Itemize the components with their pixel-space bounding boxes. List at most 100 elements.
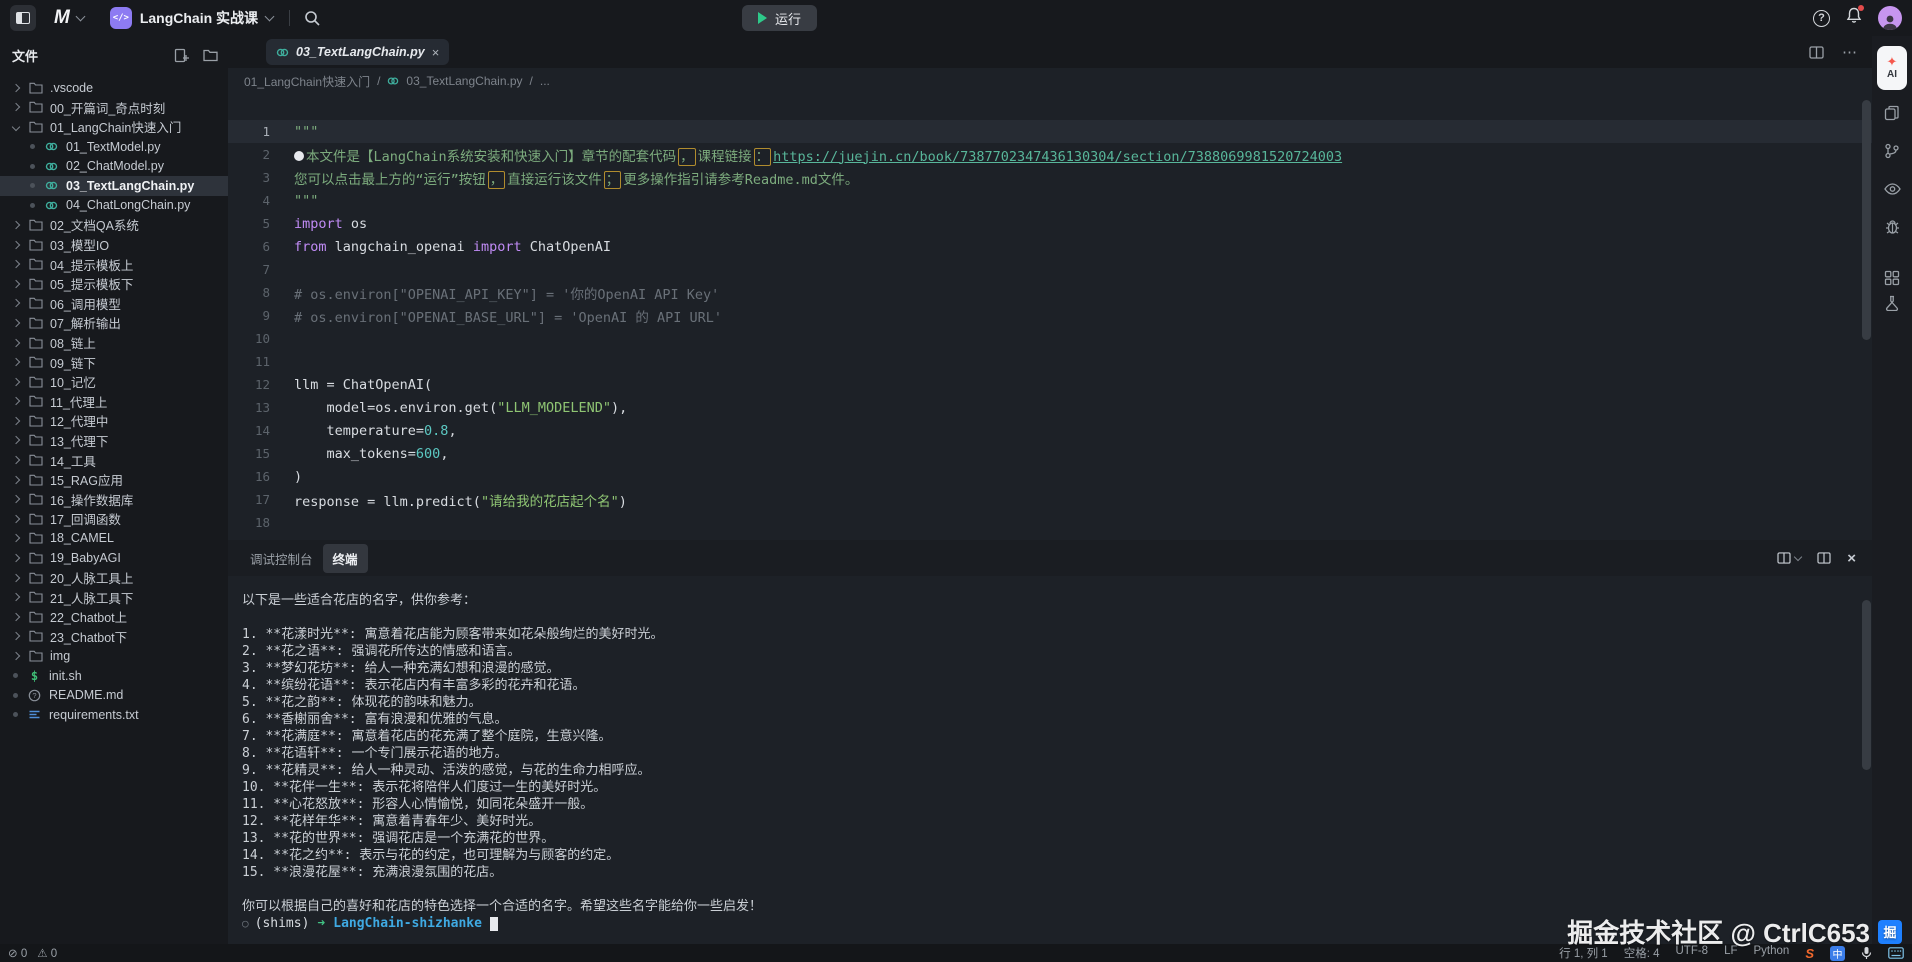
new-folder-icon[interactable] bbox=[203, 49, 218, 62]
code-line-8[interactable]: 8# os.environ["OPENAI_API_KEY"] = '你的Ope… bbox=[228, 281, 1872, 304]
chevron-right-icon[interactable] bbox=[12, 554, 20, 562]
chevron-right-icon[interactable] bbox=[12, 260, 20, 268]
new-file-icon[interactable] bbox=[174, 48, 189, 63]
tree-item-07_解析输出[interactable]: 07_解析输出 bbox=[0, 313, 228, 333]
tree-item-16_操作数据库[interactable]: 16_操作数据库 bbox=[0, 489, 228, 509]
chevron-right-icon[interactable] bbox=[12, 221, 20, 229]
chevron-right-icon[interactable] bbox=[12, 103, 20, 111]
extensions-grid-icon[interactable] bbox=[1877, 250, 1907, 280]
tree-item-03_TextLangChain.py[interactable]: 03_TextLangChain.py bbox=[0, 176, 228, 196]
tree-item-13_代理下[interactable]: 13_代理下 bbox=[0, 431, 228, 451]
code-link[interactable]: https://juejin.cn/book/73877023474361303… bbox=[773, 149, 1342, 165]
terminal-output[interactable]: 以下是一些适合花店的名字，供你参考： 1. **花漾时光**: 寓意着花店能为顾… bbox=[228, 576, 1872, 944]
chevron-right-icon[interactable] bbox=[12, 397, 20, 405]
warnings-indicator[interactable]: ⚠ 0 bbox=[37, 946, 57, 960]
tree-item-04_提示模板上[interactable]: 04_提示模板上 bbox=[0, 254, 228, 274]
tree-item-01_TextModel.py[interactable]: 01_TextModel.py bbox=[0, 137, 228, 157]
run-button[interactable]: 运行 bbox=[742, 5, 817, 31]
tree-item-02_文档QA系统[interactable]: 02_文档QA系统 bbox=[0, 215, 228, 235]
tree-item-14_工具[interactable]: 14_工具 bbox=[0, 450, 228, 470]
code-line-4[interactable]: 4""" bbox=[228, 189, 1872, 212]
chevron-right-icon[interactable] bbox=[12, 319, 20, 327]
chevron-right-icon[interactable] bbox=[12, 475, 20, 483]
user-avatar[interactable] bbox=[1878, 6, 1902, 30]
code-line-5[interactable]: 5import os bbox=[228, 212, 1872, 235]
code-line-13[interactable]: 13 model=os.environ.get("LLM_MODELEND"), bbox=[228, 396, 1872, 419]
chevron-down-icon[interactable] bbox=[12, 123, 20, 131]
tree-item-22_Chatbot上[interactable]: 22_Chatbot上 bbox=[0, 607, 228, 627]
notifications-bell-icon[interactable] bbox=[1846, 7, 1862, 29]
help-icon[interactable]: ? bbox=[1813, 10, 1830, 27]
breadcrumb-file[interactable]: 03_TextLangChain.py bbox=[406, 74, 522, 88]
tree-item-00_开篇词_奇点时刻[interactable]: 00_开篇词_奇点时刻 bbox=[0, 98, 228, 118]
tree-item-03_模型IO[interactable]: 03_模型IO bbox=[0, 235, 228, 255]
tree-item-20_人脉工具上[interactable]: 20_人脉工具上 bbox=[0, 568, 228, 588]
tab-03-textlangchain[interactable]: 03_TextLangChain.py × bbox=[266, 39, 449, 65]
code-line-16[interactable]: 16) bbox=[228, 465, 1872, 488]
code-line-3[interactable]: 3您可以点击最上方的“运行”按钮，直接运行该文件；更多操作指引请参考Readme… bbox=[228, 166, 1872, 189]
tree-item-21_人脉工具下[interactable]: 21_人脉工具下 bbox=[0, 587, 228, 607]
terminal-scrollbar[interactable] bbox=[1862, 600, 1871, 770]
chevron-right-icon[interactable] bbox=[12, 279, 20, 287]
editor-scrollbar[interactable] bbox=[1862, 100, 1871, 340]
chevron-right-icon[interactable] bbox=[12, 652, 20, 660]
code-line-7[interactable]: 7 bbox=[228, 258, 1872, 281]
search-icon[interactable] bbox=[304, 10, 320, 26]
tree-item-02_ChatModel.py[interactable]: 02_ChatModel.py bbox=[0, 156, 228, 176]
ai-inlay-hint-icon[interactable] bbox=[294, 151, 304, 161]
tree-item-08_链上[interactable]: 08_链上 bbox=[0, 333, 228, 353]
tree-item-17_回调函数[interactable]: 17_回调函数 bbox=[0, 509, 228, 529]
code-line-10[interactable]: 10 bbox=[228, 327, 1872, 350]
chevron-right-icon[interactable] bbox=[12, 456, 20, 464]
split-panel-icon[interactable] bbox=[1817, 552, 1831, 564]
tree-item-init.sh[interactable]: $init.sh bbox=[0, 666, 228, 686]
tab-debug-console[interactable]: 调试控制台 bbox=[240, 544, 323, 573]
breadcrumb-folder[interactable]: 01_LangChain快速入门 bbox=[244, 73, 370, 90]
code-editor[interactable]: 1"""2本文件是【LangChain系统安装和快速入门】章节的配套代码，课程链… bbox=[228, 94, 1872, 540]
chevron-right-icon[interactable] bbox=[12, 240, 20, 248]
tree-item-img[interactable]: img bbox=[0, 646, 228, 666]
chevron-right-icon[interactable] bbox=[12, 573, 20, 581]
code-line-18[interactable]: 18 bbox=[228, 511, 1872, 534]
editor-more-actions-icon[interactable]: ⋯ bbox=[1842, 43, 1858, 61]
chevron-right-icon[interactable] bbox=[12, 593, 20, 601]
code-line-1[interactable]: 1""" bbox=[228, 120, 1872, 143]
chevron-right-icon[interactable] bbox=[12, 338, 20, 346]
code-line-12[interactable]: 12llm = ChatOpenAI( bbox=[228, 373, 1872, 396]
chevron-right-icon[interactable] bbox=[12, 495, 20, 503]
code-line-2[interactable]: 2本文件是【LangChain系统安装和快速入门】章节的配套代码，课程链接：ht… bbox=[228, 143, 1872, 166]
split-terminal-dropdown[interactable] bbox=[1777, 552, 1801, 564]
debug-bug-icon[interactable] bbox=[1877, 212, 1907, 242]
chevron-right-icon[interactable] bbox=[12, 515, 20, 523]
chevron-right-icon[interactable] bbox=[12, 84, 20, 92]
tree-item-09_链下[interactable]: 09_链下 bbox=[0, 352, 228, 372]
tree-item-18_CAMEL[interactable]: 18_CAMEL bbox=[0, 529, 228, 549]
tree-item-01_LangChain快速入门[interactable]: 01_LangChain快速入门 bbox=[0, 117, 228, 137]
tree-item-15_RAG应用[interactable]: 15_RAG应用 bbox=[0, 470, 228, 490]
code-line-15[interactable]: 15 max_tokens=600, bbox=[228, 442, 1872, 465]
ai-assistant-button[interactable]: ✦ AI bbox=[1877, 46, 1907, 90]
tab-close-icon[interactable]: × bbox=[432, 45, 440, 60]
tree-item-05_提示模板下[interactable]: 05_提示模板下 bbox=[0, 274, 228, 294]
preview-eye-icon[interactable] bbox=[1877, 174, 1907, 204]
chevron-right-icon[interactable] bbox=[12, 358, 20, 366]
tab-terminal[interactable]: 终端 bbox=[323, 544, 368, 573]
code-line-9[interactable]: 9# os.environ["OPENAI_BASE_URL"] = 'Open… bbox=[228, 304, 1872, 327]
test-flask-icon[interactable] bbox=[1877, 288, 1907, 318]
tree-item-04_ChatLongChain.py[interactable]: 04_ChatLongChain.py bbox=[0, 196, 228, 216]
code-line-11[interactable]: 11 bbox=[228, 350, 1872, 373]
code-line-17[interactable]: 17response = llm.predict("请给我的花店起个名") bbox=[228, 488, 1872, 511]
code-line-14[interactable]: 14 temperature=0.8, bbox=[228, 419, 1872, 442]
chevron-right-icon[interactable] bbox=[12, 436, 20, 444]
chevron-right-icon[interactable] bbox=[12, 613, 20, 621]
tree-item-.vscode[interactable]: .vscode bbox=[0, 78, 228, 98]
project-chevron-down-icon[interactable] bbox=[265, 12, 275, 22]
tree-item-23_Chatbot下[interactable]: 23_Chatbot下 bbox=[0, 627, 228, 647]
source-control-branch-icon[interactable] bbox=[1877, 136, 1907, 166]
errors-indicator[interactable]: ⊘ 0 bbox=[8, 946, 27, 960]
pages-icon[interactable] bbox=[1877, 98, 1907, 128]
project-name[interactable]: LangChain 实战课 bbox=[140, 8, 258, 28]
code-line-6[interactable]: 6from langchain_openai import ChatOpenAI bbox=[228, 235, 1872, 258]
tree-item-requirements.txt[interactable]: requirements.txt bbox=[0, 705, 228, 725]
chevron-right-icon[interactable] bbox=[12, 534, 20, 542]
